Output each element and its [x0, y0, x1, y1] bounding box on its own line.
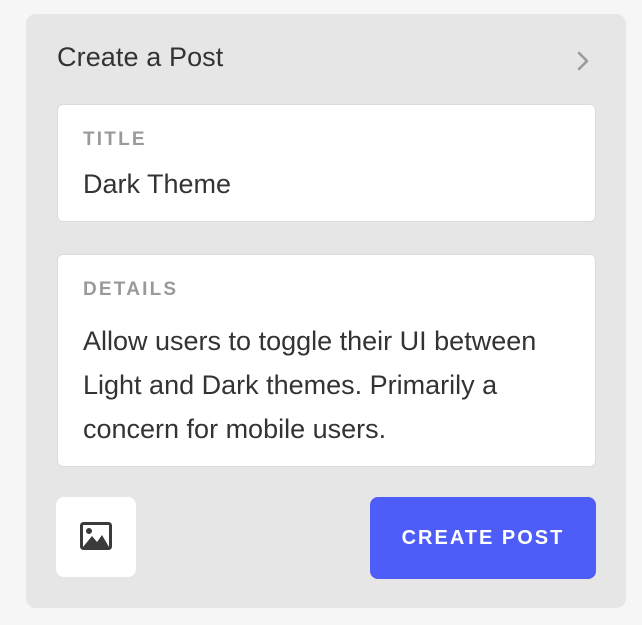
- details-field[interactable]: DETAILS Allow users to toggle their UI b…: [57, 254, 596, 467]
- details-textarea[interactable]: Allow users to toggle their UI between L…: [83, 319, 583, 451]
- panel-title: Create a Post: [57, 42, 224, 72]
- create-post-panel: Create a Post TITLE Dark Theme DETAILS A…: [26, 14, 626, 608]
- chevron-right-icon[interactable]: [574, 49, 594, 73]
- title-field[interactable]: TITLE Dark Theme: [57, 104, 596, 222]
- title-input[interactable]: Dark Theme: [83, 169, 231, 200]
- image-icon: [80, 522, 112, 550]
- create-post-button[interactable]: CREATE POST: [370, 497, 596, 579]
- details-label: DETAILS: [83, 279, 179, 300]
- title-label: TITLE: [83, 129, 147, 150]
- panel-header: Create a Post: [26, 14, 626, 104]
- add-image-button[interactable]: [56, 497, 136, 577]
